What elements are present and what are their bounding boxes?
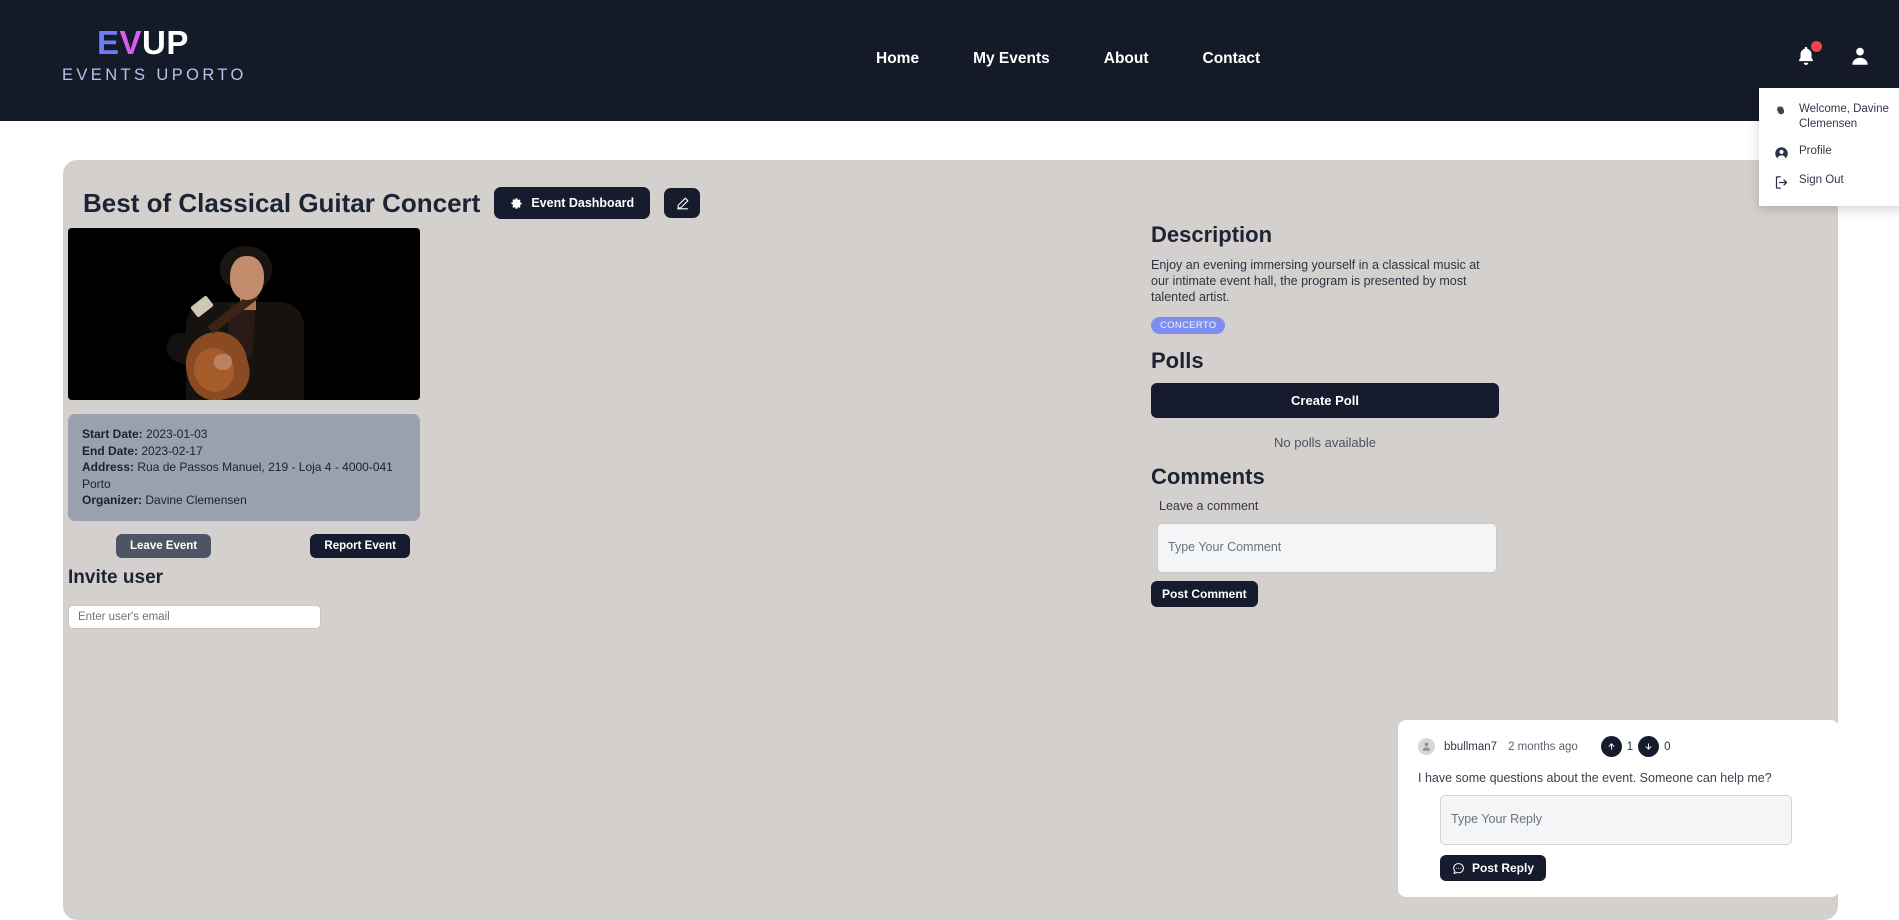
report-event-button[interactable]: Report Event <box>310 533 410 558</box>
reply-textarea[interactable] <box>1440 795 1792 845</box>
event-dashboard-label: Event Dashboard <box>531 196 635 210</box>
organizer-label: Organizer: <box>82 493 143 507</box>
event-left-column: Start Date: 2023-01-03 End Date: 2023-02… <box>68 228 488 629</box>
organizer-row: Organizer: Davine Clemensen <box>82 492 406 509</box>
menu-item-profile[interactable]: Profile <box>1759 138 1899 167</box>
welcome-text: Welcome, Davine Clemensen <box>1799 103 1889 130</box>
comment-body: I have some questions about the event. S… <box>1418 771 1772 785</box>
downvote-count: 0 <box>1664 740 1671 753</box>
user-avatar-icon[interactable] <box>1849 44 1871 68</box>
nav-link-about[interactable]: About <box>1104 50 1149 68</box>
leave-event-button[interactable]: Leave Event <box>116 533 212 558</box>
event-dashboard-button[interactable]: Event Dashboard <box>494 187 651 219</box>
logo-text-up: UP <box>142 24 189 61</box>
end-date-label: End Date: <box>82 443 139 458</box>
nav-link-my-events[interactable]: My Events <box>973 50 1050 68</box>
event-tag-badge: CONCERTO <box>1151 317 1226 334</box>
invite-email-input[interactable] <box>68 604 321 629</box>
user-dropdown-menu: Welcome, Davine Clemensen Profile Sign O… <box>1759 88 1899 206</box>
organizer-value: Davine Clemensen <box>145 493 247 507</box>
event-image <box>68 228 420 400</box>
edit-event-button[interactable] <box>664 188 701 218</box>
leave-comment-label: Leave a comment <box>1159 499 1259 513</box>
comment-timestamp: 2 months ago <box>1508 740 1578 753</box>
pencil-square-icon <box>676 197 688 209</box>
comment-avatar <box>1418 738 1435 755</box>
comment-author: bbullman7 <box>1444 740 1498 753</box>
menu-item-profile-label: Profile <box>1799 145 1832 157</box>
nav-right-actions <box>1795 41 1871 68</box>
menu-item-sign-out[interactable]: Sign Out <box>1759 167 1899 196</box>
create-poll-button[interactable]: Create Poll <box>1151 383 1499 418</box>
post-reply-button[interactable]: Post Reply <box>1440 855 1547 881</box>
menu-item-sign-out-label: Sign Out <box>1799 174 1844 186</box>
description-heading: Description <box>1151 222 1273 247</box>
brand-logo-text: EVUP <box>62 26 402 60</box>
upvote-button[interactable] <box>1600 736 1622 757</box>
comment-vote-group: 1 0 <box>1600 736 1671 757</box>
chat-bubble-icon <box>1453 862 1464 874</box>
nav-link-home[interactable]: Home <box>876 50 919 68</box>
event-details-box: Start Date: 2023-01-03 End Date: 2023-02… <box>68 414 420 521</box>
end-date-value: 2023-02-17 <box>141 443 203 458</box>
comment-header: bbullman7 2 months ago 1 0 <box>1418 736 1819 757</box>
page-title: Best of Classical Guitar Concert <box>83 187 481 218</box>
event-right-column: Description Enjoy an evening immersing y… <box>1151 222 1511 607</box>
gear-icon <box>511 197 522 209</box>
post-reply-label: Post Reply <box>1472 861 1535 875</box>
start-date-label: Start Date: <box>82 427 143 441</box>
top-navbar: EVUP EVENTS UPORTO Home My Events About … <box>0 0 1899 121</box>
start-date-row: Start Date: 2023-01-03 <box>82 426 406 443</box>
title-row: Best of Classical Guitar Concert Event D… <box>83 187 701 219</box>
nav-link-contact[interactable]: Contact <box>1203 50 1261 68</box>
comment-textarea[interactable] <box>1157 523 1497 573</box>
brand-logo[interactable]: EVUP EVENTS UPORTO <box>62 26 402 86</box>
notifications-button[interactable] <box>1795 41 1822 68</box>
nav-links: Home My Events About Contact <box>876 50 1260 68</box>
upvote-count: 1 <box>1626 740 1634 753</box>
menu-item-welcome: Welcome, Davine Clemensen <box>1759 96 1899 138</box>
notification-badge <box>1811 41 1822 52</box>
address-label: Address: <box>82 460 135 474</box>
waving-hand-icon <box>1773 103 1789 119</box>
event-action-buttons: Leave Event Report Event <box>68 533 420 558</box>
avatar-icon <box>1422 742 1431 751</box>
comment-list-item: bbullman7 2 months ago 1 0 I have some q… <box>1398 720 1839 897</box>
arrow-up-icon <box>1608 743 1615 750</box>
downvote-button[interactable] <box>1638 736 1660 757</box>
start-date-value: 2023-01-03 <box>146 427 208 441</box>
logo-letter-v: V <box>119 24 143 61</box>
description-text: Enjoy an evening immersing yourself in a… <box>1151 258 1480 304</box>
end-date-row: End Date: 2023-02-17 <box>82 443 406 460</box>
polls-heading: Polls <box>1151 348 1204 373</box>
invite-user-heading: Invite user <box>68 566 164 588</box>
sign-out-icon <box>1773 174 1789 190</box>
arrow-down-icon <box>1645 743 1652 750</box>
logo-letter-e: E <box>97 24 120 61</box>
address-row: Address: Rua de Passos Manuel, 219 - Loj… <box>82 459 406 492</box>
comments-heading: Comments <box>1151 464 1265 489</box>
no-polls-message: No polls available <box>1274 435 1376 450</box>
brand-subtitle: EVENTS UPORTO <box>62 66 247 84</box>
post-comment-button[interactable]: Post Comment <box>1151 581 1258 607</box>
user-circle-icon <box>1773 145 1789 161</box>
